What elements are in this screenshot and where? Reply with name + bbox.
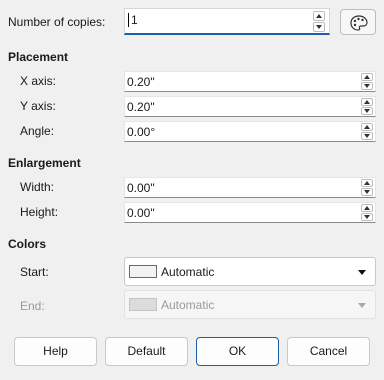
- angle-spinner[interactable]: [361, 122, 375, 141]
- angle-value: 0.00°: [127, 125, 156, 139]
- chevron-up-icon: [364, 75, 370, 79]
- text-caret: [128, 13, 129, 27]
- copies-increment-button[interactable]: [313, 11, 325, 21]
- chevron-up-icon: [364, 100, 370, 104]
- chevron-down-icon: [316, 25, 322, 29]
- help-button[interactable]: Help: [14, 337, 97, 366]
- cancel-button[interactable]: Cancel: [287, 337, 370, 366]
- y-axis-field[interactable]: 0.20": [124, 96, 376, 117]
- angle-decrement-button[interactable]: [361, 132, 373, 140]
- y-axis-spinner[interactable]: [361, 97, 375, 116]
- x-axis-value: 0.20": [127, 75, 155, 89]
- copies-spinner[interactable]: [313, 10, 327, 33]
- colors-heading: Colors: [8, 237, 47, 251]
- copies-input[interactable]: 1: [124, 8, 330, 35]
- end-color-dropdown: Automatic: [124, 290, 376, 319]
- width-field[interactable]: 0.00": [124, 177, 376, 198]
- chevron-down-icon: [364, 134, 370, 138]
- chevron-up-icon: [316, 14, 322, 18]
- palette-icon: [350, 15, 368, 31]
- height-spinner[interactable]: [361, 203, 375, 222]
- y-axis-increment-button[interactable]: [361, 98, 373, 106]
- x-axis-field[interactable]: 0.20": [124, 71, 376, 92]
- angle-field[interactable]: 0.00°: [124, 121, 376, 142]
- values-from-selection-button[interactable]: [340, 9, 376, 35]
- y-axis-value: 0.20": [127, 100, 155, 114]
- chevron-down-icon: [364, 109, 370, 113]
- chevron-up-icon: [364, 206, 370, 210]
- chevron-down-icon: [364, 190, 370, 194]
- start-color-label: Start:: [20, 265, 49, 279]
- end-color-value: Automatic: [161, 298, 215, 312]
- height-increment-button[interactable]: [361, 204, 373, 212]
- chevron-down-icon: [358, 270, 366, 275]
- enlargement-heading: Enlargement: [8, 156, 81, 170]
- copies-value: 1: [131, 13, 138, 27]
- ok-button[interactable]: OK: [196, 337, 279, 366]
- x-axis-spinner[interactable]: [361, 72, 375, 91]
- y-axis-decrement-button[interactable]: [361, 107, 373, 115]
- width-increment-button[interactable]: [361, 179, 373, 187]
- x-axis-decrement-button[interactable]: [361, 82, 373, 90]
- x-axis-label: X axis:: [20, 74, 57, 88]
- width-label: Width:: [20, 180, 55, 194]
- height-field[interactable]: 0.00": [124, 202, 376, 223]
- height-decrement-button[interactable]: [361, 213, 373, 221]
- width-value: 0.00": [127, 181, 155, 195]
- color-swatch: [129, 298, 157, 311]
- placement-heading: Placement: [8, 50, 69, 64]
- end-color-label: End:: [20, 299, 45, 313]
- width-spinner[interactable]: [361, 178, 375, 197]
- height-value: 0.00": [127, 206, 155, 220]
- color-swatch: [129, 265, 157, 278]
- y-axis-label: Y axis:: [20, 99, 56, 113]
- chevron-down-icon: [364, 84, 370, 88]
- chevron-up-icon: [364, 181, 370, 185]
- default-button[interactable]: Default: [105, 337, 188, 366]
- height-label: Height:: [20, 205, 59, 219]
- width-decrement-button[interactable]: [361, 188, 373, 196]
- start-color-dropdown[interactable]: Automatic: [124, 257, 376, 286]
- start-color-value: Automatic: [161, 265, 215, 279]
- angle-label: Angle:: [20, 124, 55, 138]
- chevron-up-icon: [364, 125, 370, 129]
- chevron-down-icon: [358, 303, 366, 308]
- x-axis-increment-button[interactable]: [361, 73, 373, 81]
- copies-decrement-button[interactable]: [313, 22, 325, 32]
- angle-increment-button[interactable]: [361, 123, 373, 131]
- copies-label: Number of copies:: [8, 15, 106, 29]
- chevron-down-icon: [364, 215, 370, 219]
